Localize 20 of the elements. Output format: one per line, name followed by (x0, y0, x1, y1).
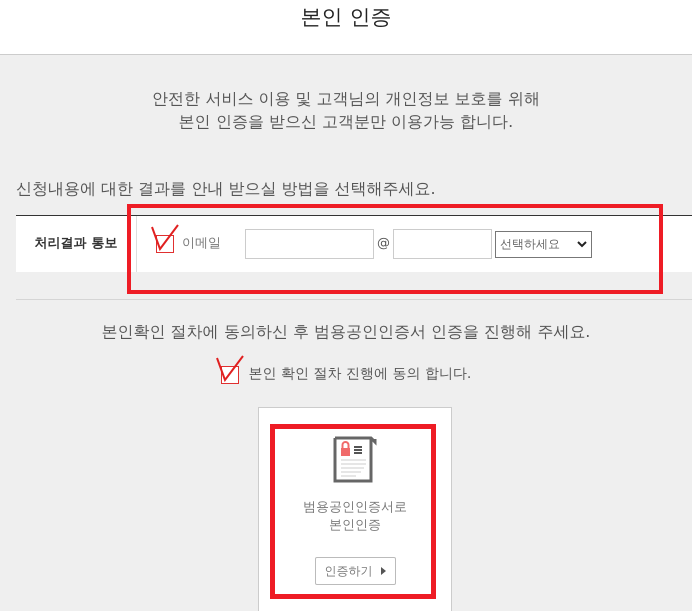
chevron-down-icon (577, 240, 587, 248)
intro-text: 안전한 서비스 이용 및 고객님의 개인정보 보호를 위해 (152, 88, 540, 110)
check-mark-icon (214, 354, 245, 384)
email-id-field[interactable] (245, 229, 374, 259)
intro-text: 본인 인증을 받으신 고객분만 이용가능 합니다. (178, 111, 514, 133)
email-domain-field[interactable] (393, 229, 492, 259)
card-title: 본인인증 (329, 517, 381, 535)
at-sign: @ (377, 235, 390, 254)
consent-prompt: 본인확인 절차에 동의하신 후 범용공인인증서 인증을 진행해 주세요. (100, 321, 592, 343)
page-title: 본인 인증 (300, 4, 392, 31)
checkbox-label: 이메일 (182, 235, 221, 254)
check-mark-icon (150, 223, 180, 253)
row-label: 처리결과 통보 (34, 235, 118, 254)
caret-icon (380, 567, 386, 575)
card-title: 범용공인인증서로 (303, 499, 407, 517)
consent-label: 본인 확인 절차 진행에 동의 합니다. (248, 365, 472, 384)
certificate-icon (333, 436, 377, 483)
verify-button[interactable]: 인증하기 (314, 557, 396, 585)
domain-select[interactable]: 선택하세요 (495, 230, 592, 258)
method-prompt: 신청내용에 대한 결과를 안내 받으실 방법을 선택해주세요. (16, 178, 437, 200)
